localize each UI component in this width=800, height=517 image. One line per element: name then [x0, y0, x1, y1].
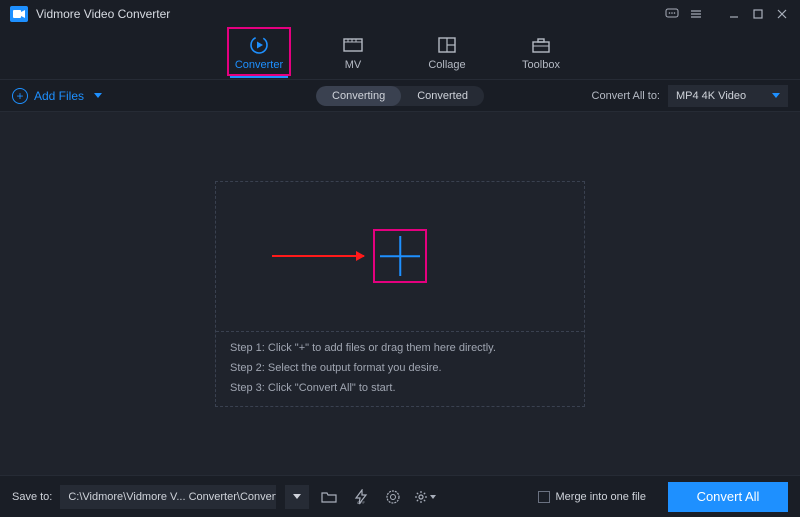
titlebar: Vidmore Video Converter [0, 0, 800, 28]
toolbox-icon [528, 34, 554, 56]
annotation-arrow [272, 255, 364, 257]
settings-button[interactable] [413, 485, 437, 509]
maximize-button[interactable] [746, 2, 770, 26]
save-path-dropdown[interactable] [285, 485, 309, 509]
save-to-label: Save to: [12, 491, 52, 503]
app-logo [10, 6, 28, 22]
merge-label: Merge into one file [556, 491, 647, 503]
step-text: Step 2: Select the output format you des… [230, 362, 570, 374]
mv-icon [340, 34, 366, 56]
minimize-button[interactable] [722, 2, 746, 26]
tab-converter[interactable]: Converter [230, 30, 288, 78]
tab-label: MV [345, 59, 362, 71]
tab-label: Converter [235, 59, 283, 71]
output-format-value: MP4 4K Video [676, 90, 746, 102]
status-segment: Converting Converted [316, 86, 484, 106]
open-folder-button[interactable] [317, 485, 341, 509]
main-area: Step 1: Click "+" to add files or drag t… [0, 112, 800, 475]
converter-icon [246, 34, 272, 56]
menu-icon[interactable] [684, 2, 708, 26]
convert-all-to-label: Convert All to: [592, 90, 660, 102]
segment-converting[interactable]: Converting [316, 86, 401, 106]
collage-icon [434, 34, 460, 56]
step-text: Step 1: Click "+" to add files or drag t… [230, 342, 570, 354]
plus-circle-icon: + [12, 88, 28, 104]
tab-label: Collage [428, 59, 465, 71]
hw-accel-button[interactable]: OFF [349, 485, 373, 509]
tab-collage[interactable]: Collage [418, 30, 476, 78]
high-speed-button[interactable] [381, 485, 405, 509]
tab-toolbox[interactable]: Toolbox [512, 30, 570, 78]
step-text: Step 3: Click "Convert All" to start. [230, 382, 570, 394]
dropzone-steps: Step 1: Click "+" to add files or drag t… [216, 332, 584, 406]
dropzone[interactable]: Step 1: Click "+" to add files or drag t… [215, 181, 585, 407]
chevron-down-icon [94, 93, 102, 98]
feedback-icon[interactable] [660, 2, 684, 26]
bottom-bar: Save to: C:\Vidmore\Vidmore V... Convert… [0, 475, 800, 517]
segment-converted[interactable]: Converted [401, 86, 484, 106]
convert-all-button[interactable]: Convert All [668, 482, 788, 512]
svg-text:OFF: OFF [357, 500, 366, 505]
merge-checkbox[interactable]: Merge into one file [538, 491, 647, 503]
tab-mv[interactable]: MV [324, 30, 382, 78]
add-files-label: Add Files [34, 89, 84, 103]
chevron-down-icon [430, 495, 436, 499]
checkbox-icon [538, 491, 550, 503]
chevron-down-icon [772, 93, 780, 98]
tab-label: Toolbox [522, 59, 560, 71]
top-nav: Converter MV Collage Toolbox [0, 28, 800, 80]
dropzone-top[interactable] [216, 182, 584, 332]
output-format-select[interactable]: MP4 4K Video [668, 85, 788, 107]
sub-toolbar: + Add Files Converting Converted Convert… [0, 80, 800, 112]
add-files-button[interactable]: + Add Files [12, 88, 102, 104]
save-path-field[interactable]: C:\Vidmore\Vidmore V... Converter\Conver… [60, 485, 276, 509]
add-files-plus-icon[interactable] [376, 232, 424, 280]
app-title: Vidmore Video Converter [36, 7, 170, 21]
close-button[interactable] [770, 2, 794, 26]
chevron-down-icon [293, 494, 301, 499]
